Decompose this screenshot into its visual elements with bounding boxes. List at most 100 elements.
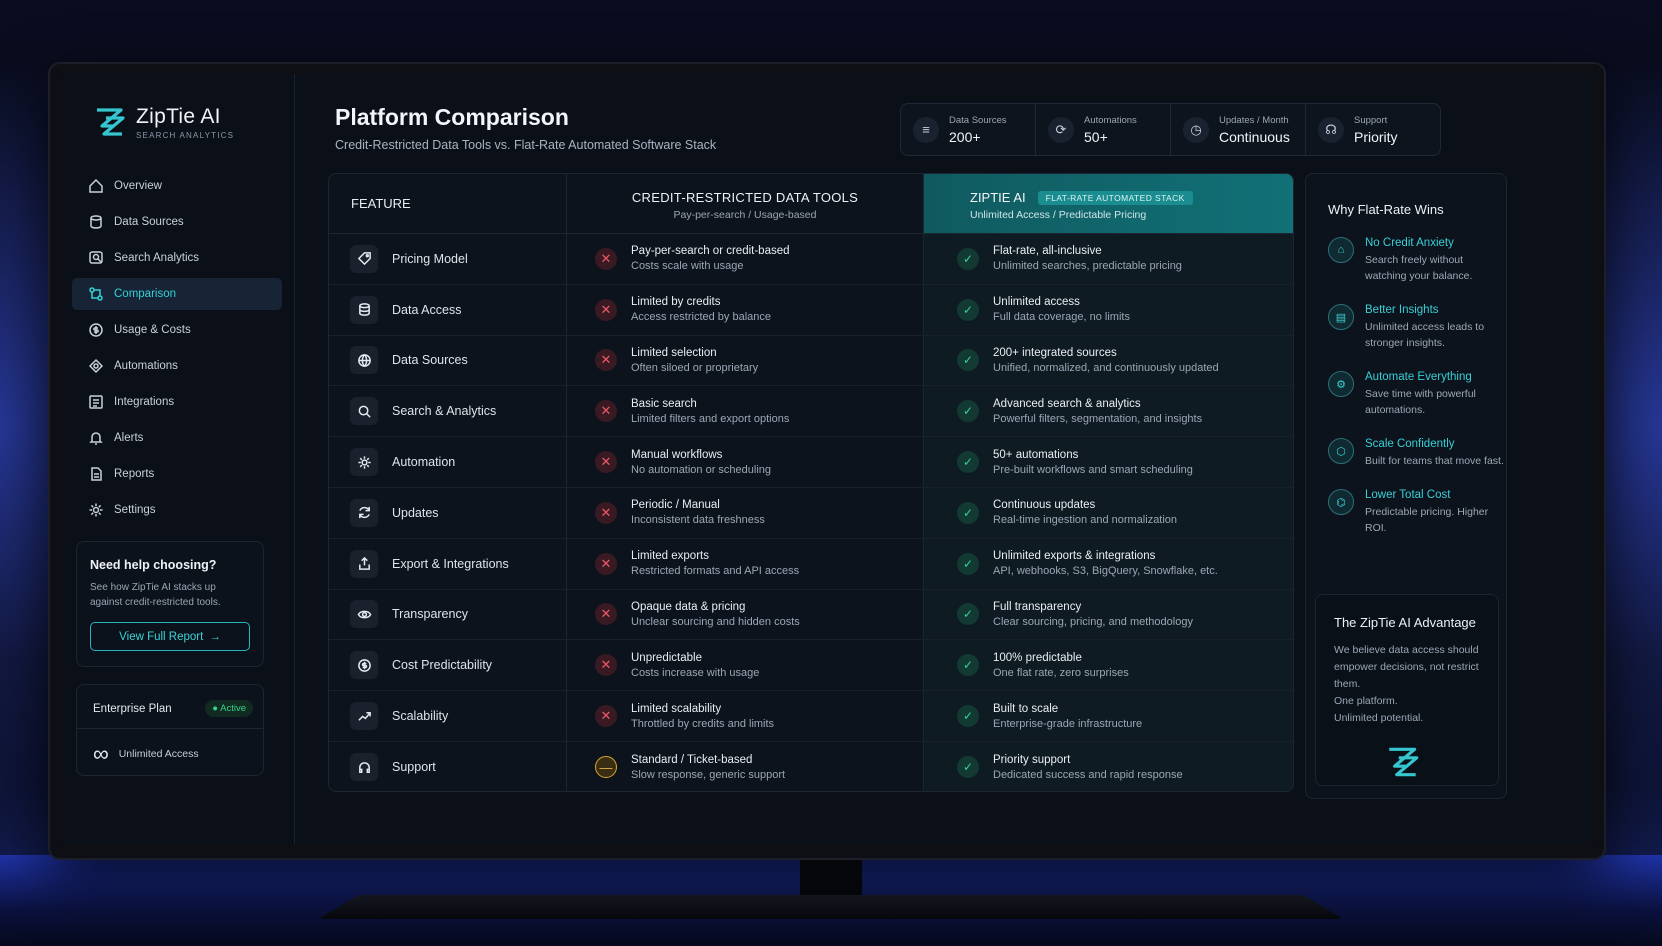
sidebar-item-settings[interactable]: Settings [72,494,282,526]
gear-icon [350,448,378,477]
why-item: ⌬ Lower Total Cost Predictable pricing. H… [1328,489,1506,536]
ziptie-logo-icon [1389,747,1419,777]
benefit-icon: ▤ [1328,304,1354,330]
sidebar-item-data-sources[interactable]: Data Sources [72,206,282,238]
feature-label: Data Sources [392,353,468,368]
eye-icon [350,600,378,629]
check-icon: ✓ [957,247,979,270]
sidebar-item-integrations[interactable]: Integrations [72,386,282,418]
sidebar-item-automations[interactable]: Automations [72,350,282,382]
globe-icon [350,346,378,375]
cross-icon: ✕ [595,501,617,524]
table-row-transparency: Transparency ✕ Opaque data & pricing Uncl… [329,589,1293,641]
check-icon: ✓ [957,552,979,575]
arrow-right-icon: → [209,630,221,643]
feature-cell: Automation [329,437,567,487]
sidebar-item-alerts[interactable]: Alerts [72,422,282,454]
ziptie-column-header: ZIPTIE AI FLAT-RATE AUTOMATED STACK Unlim… [924,174,1293,233]
check-icon: ✓ [957,451,979,474]
page-subtitle: Credit-Restricted Data Tools vs. Flat-Ra… [335,138,717,152]
check-icon: ✓ [957,501,979,524]
search-icon [350,397,378,426]
sidebar-item-search-analytics[interactable]: Search Analytics [72,242,282,274]
check-icon: ✓ [957,705,979,728]
table-row-data-access: Data Access ✕ Limited by credits Access r… [329,284,1293,336]
cross-icon: ✕ [595,552,617,575]
sidebar-item-overview[interactable]: Overview [72,170,282,202]
cross-icon: ✕ [595,705,617,728]
sidebar-item-usage-costs[interactable]: Usage & Costs [72,314,282,346]
cross-icon: ✕ [595,298,617,321]
credit-cell: ✕ Limited exports Restricted formats and … [567,538,924,589]
ziptie-cell: ✓ Unlimited access Full data coverage, no… [924,284,1293,335]
why-item: ▤ Better Insights Unlimited access leads … [1328,304,1506,351]
table-row-scalability: Scalability ✕ Limited scalability Throttl… [329,691,1293,742]
search-icon [89,251,103,264]
feature-cell: Data Access [329,284,567,335]
view-full-report-button[interactable]: View Full Report → [90,622,250,651]
ziptie-cell: ✓ Built to scale Enterprise-grade infrast… [924,691,1293,741]
table-header: FEATURE CREDIT-RESTRICTED DATA TOOLS Pay… [329,174,1293,234]
automation-icon [88,358,104,374]
help-title: Need help choosing? [90,558,217,572]
table-row-export-integrations: Export & Integrations ✕ Limited exports R… [329,538,1293,590]
credit-cell: — Standard / Ticket-based Slow response, … [567,741,924,791]
brand-logo[interactable]: ZipTie AI SEARCH ANALYTICS [92,104,282,140]
check-icon: ✓ [957,603,979,626]
integration-icon [89,395,103,409]
cross-icon: ✕ [595,400,617,423]
credit-cell: ✕ Pay-per-search or credit-based Costs sc… [567,234,924,284]
why-item: ⚙ Automate Everything Save time with powe… [1328,371,1506,418]
table-row-cost-predictability: Cost Predictability ✕ Unpredictable Costs… [329,640,1293,692]
help-text: See how ZipTie AI stacks up against cred… [90,582,221,608]
sidebar-item-reports[interactable]: Reports [72,458,282,490]
bell-icon [89,432,103,445]
credit-cell: ✕ Limited by credits Access restricted by… [567,284,924,335]
clock-icon: ◷ [1183,116,1209,143]
compare-icon [89,287,103,301]
cross-icon: ✕ [595,349,617,372]
stat-support: ☊ Support Priority [1306,104,1440,155]
cross-icon: ✕ [595,451,617,474]
infinity-icon: ∞ [93,741,109,766]
table-row-automation: Automation ✕ Manual workflows No automati… [329,437,1293,488]
table-row-updates: Updates ✕ Periodic / Manual Inconsistent … [329,487,1293,539]
check-icon: ✓ [957,400,979,423]
check-icon: ✓ [957,756,979,779]
dollar-icon [89,323,103,337]
check-icon: ✓ [957,298,979,321]
refresh-icon [350,498,378,527]
feature-label: Support [392,760,436,775]
check-icon: ✓ [957,349,979,372]
report-icon [91,467,102,481]
feature-label: Data Access [392,302,462,317]
benefit-icon: ⚙ [1328,371,1354,397]
why-item: ⬡ Scale Confidently Built for teams that … [1328,438,1506,469]
refresh-icon: ⟳ [1048,116,1074,143]
gear-icon [89,503,103,517]
sidebar-item-comparison[interactable]: Comparison [72,278,282,310]
brand-subtitle: SEARCH ANALYTICS [136,130,235,140]
plan-name: Enterprise Plan [93,702,172,715]
database-icon: ≡ [913,116,939,143]
stats-bar: ≡ Data Sources 200+ ⟳ Automations 50+ ◷ Updat… [900,103,1441,156]
ziptie-cell: ✓ Advanced search & analytics Powerful fi… [924,386,1293,437]
credit-cell: ✕ Basic search Limited filters and export… [567,386,924,437]
minus-icon: — [595,756,617,779]
cross-icon: ✕ [595,603,617,626]
feature-label: Search & Analytics [392,404,497,419]
check-icon: ✓ [957,654,979,677]
advantage-title: The ZipTie AI Advantage [1334,615,1476,630]
stat-updates: ◷ Updates / Month Continuous [1171,104,1306,155]
credit-cell: ✕ Manual workflows No automation or sched… [567,437,924,487]
screen: ZipTie AI SEARCH ANALYTICS Overview Data… [60,74,1594,844]
why-title: Why Flat-Rate Wins [1328,202,1444,217]
feature-label: Automation [392,455,456,470]
main-content: Platform Comparison Credit-Restricted Da… [295,74,1594,844]
cross-icon: ✕ [595,654,617,677]
tv-stand-neck [800,855,862,900]
tag-icon [350,244,378,273]
plan-access: Unlimited Access [118,748,199,760]
ziptie-logo-icon [97,108,125,136]
stat-data-sources: ≡ Data Sources 200+ [901,104,1036,155]
